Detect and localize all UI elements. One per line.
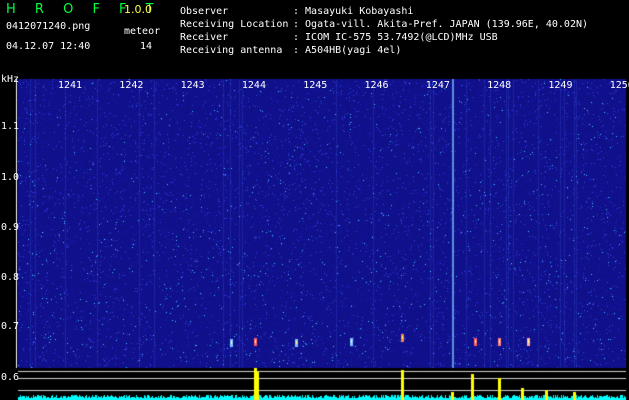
y-tick-label: 0.8 — [1, 272, 20, 283]
y-tick-label: 1.1 — [1, 121, 20, 132]
app-version: 1.0.0 — [124, 3, 152, 16]
y-tick-label: 0.6 — [1, 372, 20, 383]
x-tick-label: 1248 — [487, 80, 512, 91]
x-tick-label: 1250 — [609, 80, 629, 91]
header-panel: H R O F F T 1.0.0 0412071240.png 04.12.0… — [0, 0, 629, 76]
y-tick-label: 0.7 — [1, 321, 20, 332]
axis-unit-label: kHz — [1, 74, 20, 85]
x-tick-label: 1245 — [303, 80, 328, 91]
meteor-count: 14 — [140, 41, 153, 52]
y-tick-label: 0.9 — [1, 222, 20, 233]
x-tick-label: 1247 — [425, 80, 450, 91]
station-row-observer: Observer: Masayuki Kobayashi — [180, 6, 414, 17]
x-tick-label: 1241 — [58, 80, 83, 91]
station-row-location: Receiving Location: Ogata-vill. Akita-Pr… — [180, 19, 589, 30]
station-row-antenna: Receiving antenna: A504HB(yagi 4el) — [180, 45, 402, 56]
x-tick-label: 1246 — [364, 80, 389, 91]
x-tick-label: 1244 — [241, 80, 266, 91]
y-tick-label: 1.0 — [1, 172, 20, 183]
station-row-receiver: Receiver: ICOM IC-575 53.7492(@LCD)MHz U… — [180, 32, 498, 43]
capture-datetime: 04.12.07 12:40 — [6, 41, 91, 52]
x-tick-label: 1242 — [119, 80, 144, 91]
station-info: Observer: Masayuki Kobayashi Receiving L… — [180, 5, 588, 57]
x-tick-label: 1243 — [180, 80, 205, 91]
spectrogram-canvas — [0, 76, 629, 400]
image-filename: 0412071240.png — [6, 21, 91, 32]
x-tick-label: 1249 — [548, 80, 573, 91]
meteor-label: meteor — [124, 26, 161, 37]
